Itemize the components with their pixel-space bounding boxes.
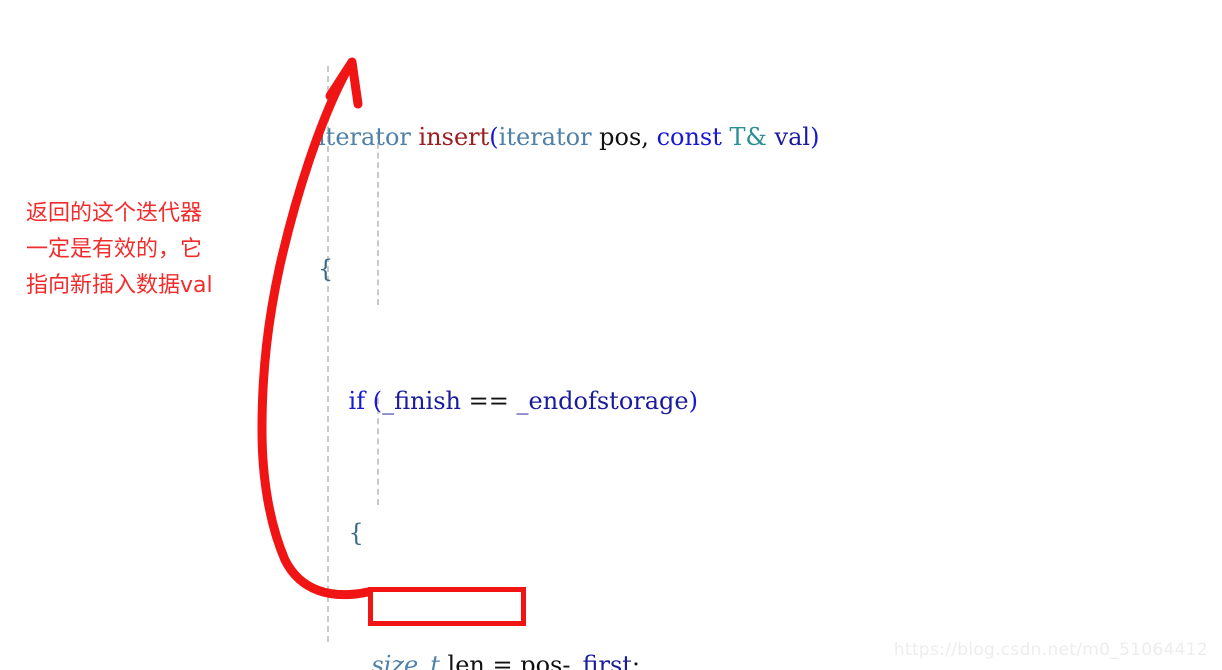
csdn-watermark: https://blog.csdn.net/m0_51064412 — [893, 640, 1208, 660]
token-member: _finish — [382, 387, 462, 415]
token-keyword: const — [656, 123, 722, 151]
screenshot-canvas: iterator insert(iterator pos, const T& v… — [0, 0, 1222, 670]
token-function: insert — [418, 123, 490, 151]
token-type: iterator — [318, 123, 411, 151]
code-block: iterator insert(iterator pos, const T& v… — [318, 22, 1064, 670]
code-line-3: if (_finish == _endofstorage) — [348, 387, 698, 415]
code-line-4: { — [348, 519, 364, 547]
token-brace: { — [318, 255, 334, 283]
code-line-1: iterator insert(iterator pos, const T& v… — [318, 123, 820, 151]
code-line-2: { — [318, 253, 1064, 286]
annotation-text: 返回的这个迭代器 一定是有效的，它 指向新插入数据val — [26, 201, 213, 298]
